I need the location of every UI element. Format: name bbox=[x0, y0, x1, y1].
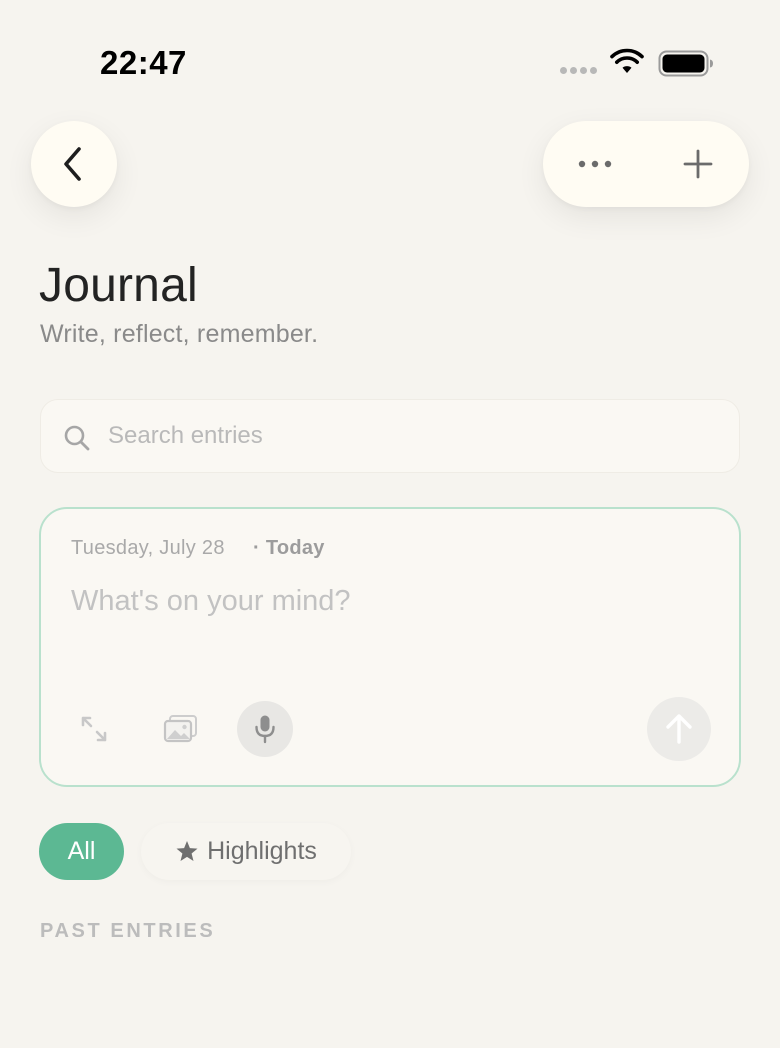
entry-date: Tuesday, July 28 bbox=[71, 537, 225, 559]
header-actions bbox=[543, 121, 749, 207]
filter-all-label: All bbox=[67, 837, 96, 865]
journal-screen: 22:47 Journal Write, reflect, remember. … bbox=[0, 0, 780, 1048]
battery-icon bbox=[658, 50, 713, 77]
send-button[interactable] bbox=[647, 697, 711, 761]
expand-icon bbox=[81, 716, 107, 742]
wifi-icon bbox=[610, 48, 644, 73]
page-subtitle: Write, reflect, remember. bbox=[40, 320, 319, 348]
status-bar: 22:47 bbox=[0, 0, 780, 100]
arrow-up-icon bbox=[666, 714, 692, 744]
cellular-signal-icon bbox=[560, 67, 598, 75]
expand-button[interactable] bbox=[74, 709, 114, 749]
photo-icon bbox=[163, 715, 197, 743]
add-entry-button[interactable] bbox=[646, 121, 749, 207]
past-entries-heading: PAST ENTRIES bbox=[40, 920, 216, 942]
back-button[interactable] bbox=[31, 121, 117, 207]
search-icon bbox=[64, 425, 90, 451]
entry-text-input[interactable] bbox=[71, 581, 711, 621]
plus-icon bbox=[683, 149, 712, 179]
today-label: · Today bbox=[253, 537, 325, 559]
add-photo-button[interactable] bbox=[159, 709, 203, 749]
search-input[interactable] bbox=[108, 400, 728, 472]
filter-highlights-chip[interactable]: Highlights bbox=[141, 823, 351, 880]
chevron-left-icon bbox=[64, 147, 81, 181]
search-bar[interactable] bbox=[40, 399, 740, 473]
microphone-icon bbox=[255, 715, 275, 744]
star-icon bbox=[176, 841, 198, 861]
page-title: Journal bbox=[39, 259, 198, 312]
more-options-button[interactable] bbox=[543, 121, 646, 207]
status-time: 22:47 bbox=[100, 44, 187, 81]
filter-all-chip[interactable]: All bbox=[39, 823, 124, 880]
filter-highlights-label: Highlights bbox=[207, 837, 317, 865]
new-entry-composer: Tuesday, July 28 · Today bbox=[39, 507, 741, 787]
ellipsis-icon bbox=[578, 160, 611, 168]
voice-input-button[interactable] bbox=[237, 701, 293, 757]
